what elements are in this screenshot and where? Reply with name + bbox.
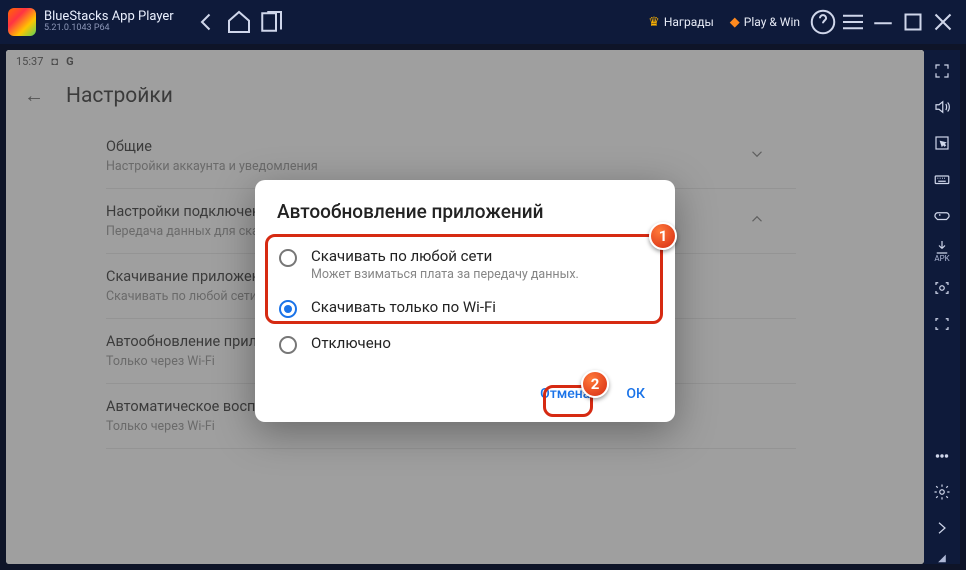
resize-handle[interactable]: ◢ (938, 553, 946, 564)
maximize-icon[interactable] (898, 7, 928, 37)
dialog-title: Автообновление приложений (277, 200, 653, 223)
app-title: BlueStacks App Player (44, 10, 174, 24)
ok-button[interactable]: ОК (618, 380, 653, 408)
more-icon[interactable] (931, 445, 953, 467)
tutorial-callout-1: 1 (649, 222, 677, 250)
apk-install-button[interactable]: APK (931, 240, 953, 263)
tutorial-callout-2: 2 (581, 370, 609, 398)
apk-label: APK (934, 255, 949, 263)
fullscreen-icon[interactable] (931, 60, 953, 82)
minimize-icon[interactable] (868, 7, 898, 37)
hamburger-icon[interactable] (838, 7, 868, 37)
rewards-button[interactable]: ♛ Награды (640, 11, 722, 34)
keyboard-icon[interactable] (931, 168, 953, 190)
rewards-label: Награды (664, 15, 714, 29)
download-icon (931, 240, 953, 254)
option-sub: Может взиматься плата за передачу данных… (311, 267, 579, 282)
radio-icon (279, 336, 297, 354)
android-viewport: 15:37 ◘ G ← Настройки Общие Настройки ак… (6, 50, 924, 564)
option-disabled[interactable]: Отключено (277, 326, 653, 362)
volume-icon[interactable] (931, 96, 953, 118)
close-icon[interactable] (928, 7, 958, 37)
option-label: Отключено (311, 334, 391, 352)
modal-overlay[interactable]: Автообновление приложений Скачивать по л… (6, 50, 924, 564)
recents-icon[interactable] (256, 7, 286, 37)
settings-icon[interactable] (931, 481, 953, 503)
option-any-network[interactable]: Скачивать по любой сети Может взиматься … (277, 239, 653, 290)
option-wifi-only[interactable]: Скачивать только по Wi-Fi (277, 290, 653, 326)
cursor-icon[interactable] (931, 132, 953, 154)
right-toolbar: APK ◢ (924, 50, 960, 564)
screenshot-icon[interactable] (931, 277, 953, 299)
option-label: Скачивать по любой сети (311, 247, 579, 265)
playwin-button[interactable]: ◆ Play & Win (722, 11, 808, 34)
radio-icon (279, 249, 297, 267)
collapse-icon[interactable] (931, 517, 953, 539)
app-version: 5.21.0.1043 P64 (44, 24, 174, 34)
radio-icon-selected (279, 300, 297, 318)
crop-icon[interactable] (931, 313, 953, 335)
flame-icon: ◆ (730, 15, 740, 30)
nav-back-icon[interactable] (192, 7, 222, 37)
gamepad-icon[interactable] (931, 204, 953, 226)
titlebar: BlueStacks App Player 5.21.0.1043 P64 ♛ Н… (0, 0, 966, 44)
option-label: Скачивать только по Wi-Fi (311, 298, 496, 316)
crown-icon: ♛ (648, 15, 660, 30)
autoupdate-dialog: Автообновление приложений Скачивать по л… (255, 180, 675, 422)
help-icon[interactable] (808, 7, 838, 37)
playwin-label: Play & Win (744, 15, 800, 29)
app-logo (8, 8, 36, 36)
home-icon[interactable] (224, 7, 254, 37)
